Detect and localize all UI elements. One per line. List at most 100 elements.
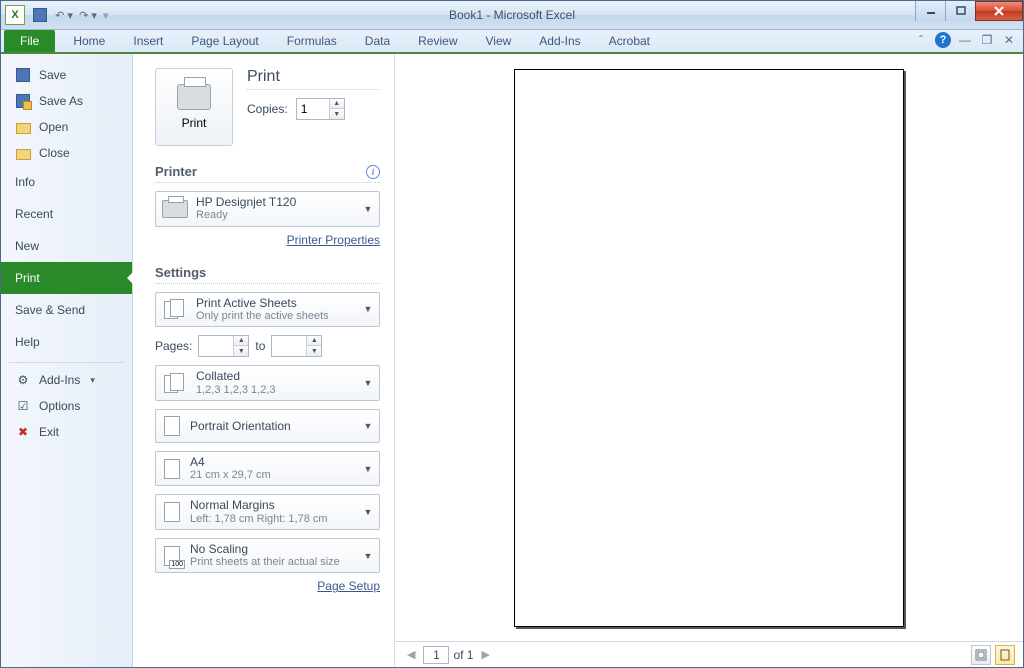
qat-customize-button[interactable]: ▾: [103, 9, 109, 22]
tab-home[interactable]: Home: [59, 30, 119, 52]
zoom-controls: [971, 645, 1015, 665]
help-icon[interactable]: ?: [935, 32, 951, 48]
copies-up-icon[interactable]: ▲: [330, 99, 344, 109]
print-button-label: Print: [182, 116, 207, 130]
window-title: Book1 - Microsoft Excel: [449, 8, 575, 22]
paper-icon: [164, 459, 180, 479]
page-total-label: of 1: [453, 648, 473, 662]
sheets-icon: [164, 299, 186, 319]
printer-header-label: Printer: [155, 164, 197, 179]
down-icon[interactable]: ▼: [234, 346, 248, 356]
menu-recent[interactable]: Recent: [1, 198, 132, 230]
scaling-dropdown[interactable]: 100 No Scaling Print sheets at their act…: [155, 538, 380, 574]
chevron-down-icon: ▼: [361, 421, 375, 431]
menu-help[interactable]: Help: [1, 326, 132, 358]
print-what-dropdown[interactable]: Print Active Sheets Only print the activ…: [155, 292, 380, 328]
print-panel: Print Print Copies: ▲▼ Printer i HP Desi…: [133, 54, 395, 667]
tab-insert[interactable]: Insert: [119, 30, 177, 52]
pages-to-input[interactable]: ▲▼: [271, 335, 322, 357]
print-header: Print: [247, 68, 380, 90]
menu-save-send[interactable]: Save & Send: [1, 294, 132, 326]
menu-exit[interactable]: ✖Exit: [1, 419, 132, 445]
prev-page-button[interactable]: ◀: [403, 648, 419, 661]
page-setup-link[interactable]: Page Setup: [155, 579, 380, 593]
menu-new-label: New: [15, 239, 39, 253]
menu-close[interactable]: Close: [1, 140, 132, 166]
preview-viewport: [395, 54, 1023, 641]
menu-options[interactable]: ☑ Options: [1, 393, 132, 419]
menu-save-label: Save: [39, 68, 66, 82]
printer-section-header: Printer i: [155, 164, 380, 183]
printer-properties-link[interactable]: Printer Properties: [155, 233, 380, 247]
collate-title: Collated: [196, 369, 353, 383]
up-icon[interactable]: ▲: [307, 336, 321, 346]
paper-sub: 21 cm x 29,7 cm: [190, 469, 353, 482]
paper-size-dropdown[interactable]: A4 21 cm x 29,7 cm ▼: [155, 451, 380, 487]
window-controls: [915, 1, 1023, 21]
close-button[interactable]: [975, 1, 1023, 21]
menu-addins[interactable]: ⚙Add-Ins▾: [1, 367, 132, 393]
menu-new[interactable]: New: [1, 230, 132, 262]
pages-to-field[interactable]: [272, 337, 306, 355]
tab-file[interactable]: File: [4, 30, 55, 52]
scaling-title: No Scaling: [190, 542, 353, 556]
tab-data[interactable]: Data: [351, 30, 404, 52]
menu-print[interactable]: Print: [1, 262, 132, 294]
excel-logo-icon[interactable]: X: [5, 5, 25, 25]
ribbon-tabs: File Home Insert Page Layout Formulas Da…: [1, 30, 1023, 54]
copies-input[interactable]: ▲▼: [296, 98, 345, 120]
info-icon[interactable]: i: [366, 165, 380, 179]
chevron-down-icon: ▼: [361, 378, 375, 388]
menu-save-as-label: Save As: [39, 94, 83, 108]
pages-range-row: Pages: ▲▼ to ▲▼: [155, 335, 380, 357]
options-icon: ☑: [15, 398, 31, 414]
backstage-menu: Save Save As Open Close Info Recent New …: [1, 54, 133, 667]
menu-open[interactable]: Open: [1, 114, 132, 140]
minimize-ribbon-icon[interactable]: ˆ: [913, 32, 929, 48]
tab-review[interactable]: Review: [404, 30, 471, 52]
qat-undo-button[interactable]: ↶ ▾: [53, 4, 75, 26]
qat-save-button[interactable]: [29, 4, 51, 26]
pages-from-field[interactable]: [199, 337, 233, 355]
open-icon: [16, 123, 31, 134]
show-margins-button[interactable]: [971, 645, 991, 665]
menu-options-label: Options: [39, 399, 80, 413]
workbook-restore-icon[interactable]: ❐: [979, 32, 995, 48]
workbook-minimize-icon[interactable]: —: [957, 32, 973, 48]
current-page-input[interactable]: 1: [423, 646, 449, 664]
tab-addins[interactable]: Add-Ins: [525, 30, 594, 52]
minimize-button[interactable]: [915, 1, 945, 21]
margins-sub: Left: 1,78 cm Right: 1,78 cm: [190, 513, 353, 526]
collate-dropdown[interactable]: Collated 1,2,3 1,2,3 1,2,3 ▼: [155, 365, 380, 401]
next-page-button[interactable]: ▶: [477, 648, 493, 661]
print-button[interactable]: Print: [155, 68, 233, 146]
up-icon[interactable]: ▲: [234, 336, 248, 346]
settings-header-label: Settings: [155, 265, 206, 280]
tab-formulas[interactable]: Formulas: [273, 30, 351, 52]
collate-icon: [164, 373, 186, 393]
zoom-to-page-button[interactable]: [995, 645, 1015, 665]
tab-acrobat[interactable]: Acrobat: [595, 30, 664, 52]
preview-statusbar: ◀ 1 of 1 ▶: [395, 641, 1023, 667]
chevron-down-icon: ▼: [361, 551, 375, 561]
chevron-down-icon: ▼: [361, 204, 375, 214]
orientation-dropdown[interactable]: Portrait Orientation ▼: [155, 409, 380, 443]
margins-icon: [164, 502, 180, 522]
tab-view[interactable]: View: [472, 30, 526, 52]
copies-field[interactable]: [297, 100, 329, 118]
menu-save[interactable]: Save: [1, 62, 132, 88]
margins-dropdown[interactable]: Normal Margins Left: 1,78 cm Right: 1,78…: [155, 494, 380, 530]
qat-redo-button[interactable]: ↷ ▾: [77, 4, 99, 26]
backstage-view: Save Save As Open Close Info Recent New …: [1, 54, 1023, 667]
menu-save-as[interactable]: Save As: [1, 88, 132, 114]
exit-icon: ✖: [15, 424, 31, 440]
pages-from-input[interactable]: ▲▼: [198, 335, 249, 357]
maximize-button[interactable]: [945, 1, 975, 21]
copies-down-icon[interactable]: ▼: [330, 109, 344, 119]
printer-dropdown[interactable]: HP Designjet T120 Ready ▼: [155, 191, 380, 227]
copies-label: Copies:: [247, 102, 288, 116]
workbook-close-icon[interactable]: ✕: [1001, 32, 1017, 48]
menu-info[interactable]: Info: [1, 166, 132, 198]
down-icon[interactable]: ▼: [307, 346, 321, 356]
tab-page-layout[interactable]: Page Layout: [177, 30, 272, 52]
